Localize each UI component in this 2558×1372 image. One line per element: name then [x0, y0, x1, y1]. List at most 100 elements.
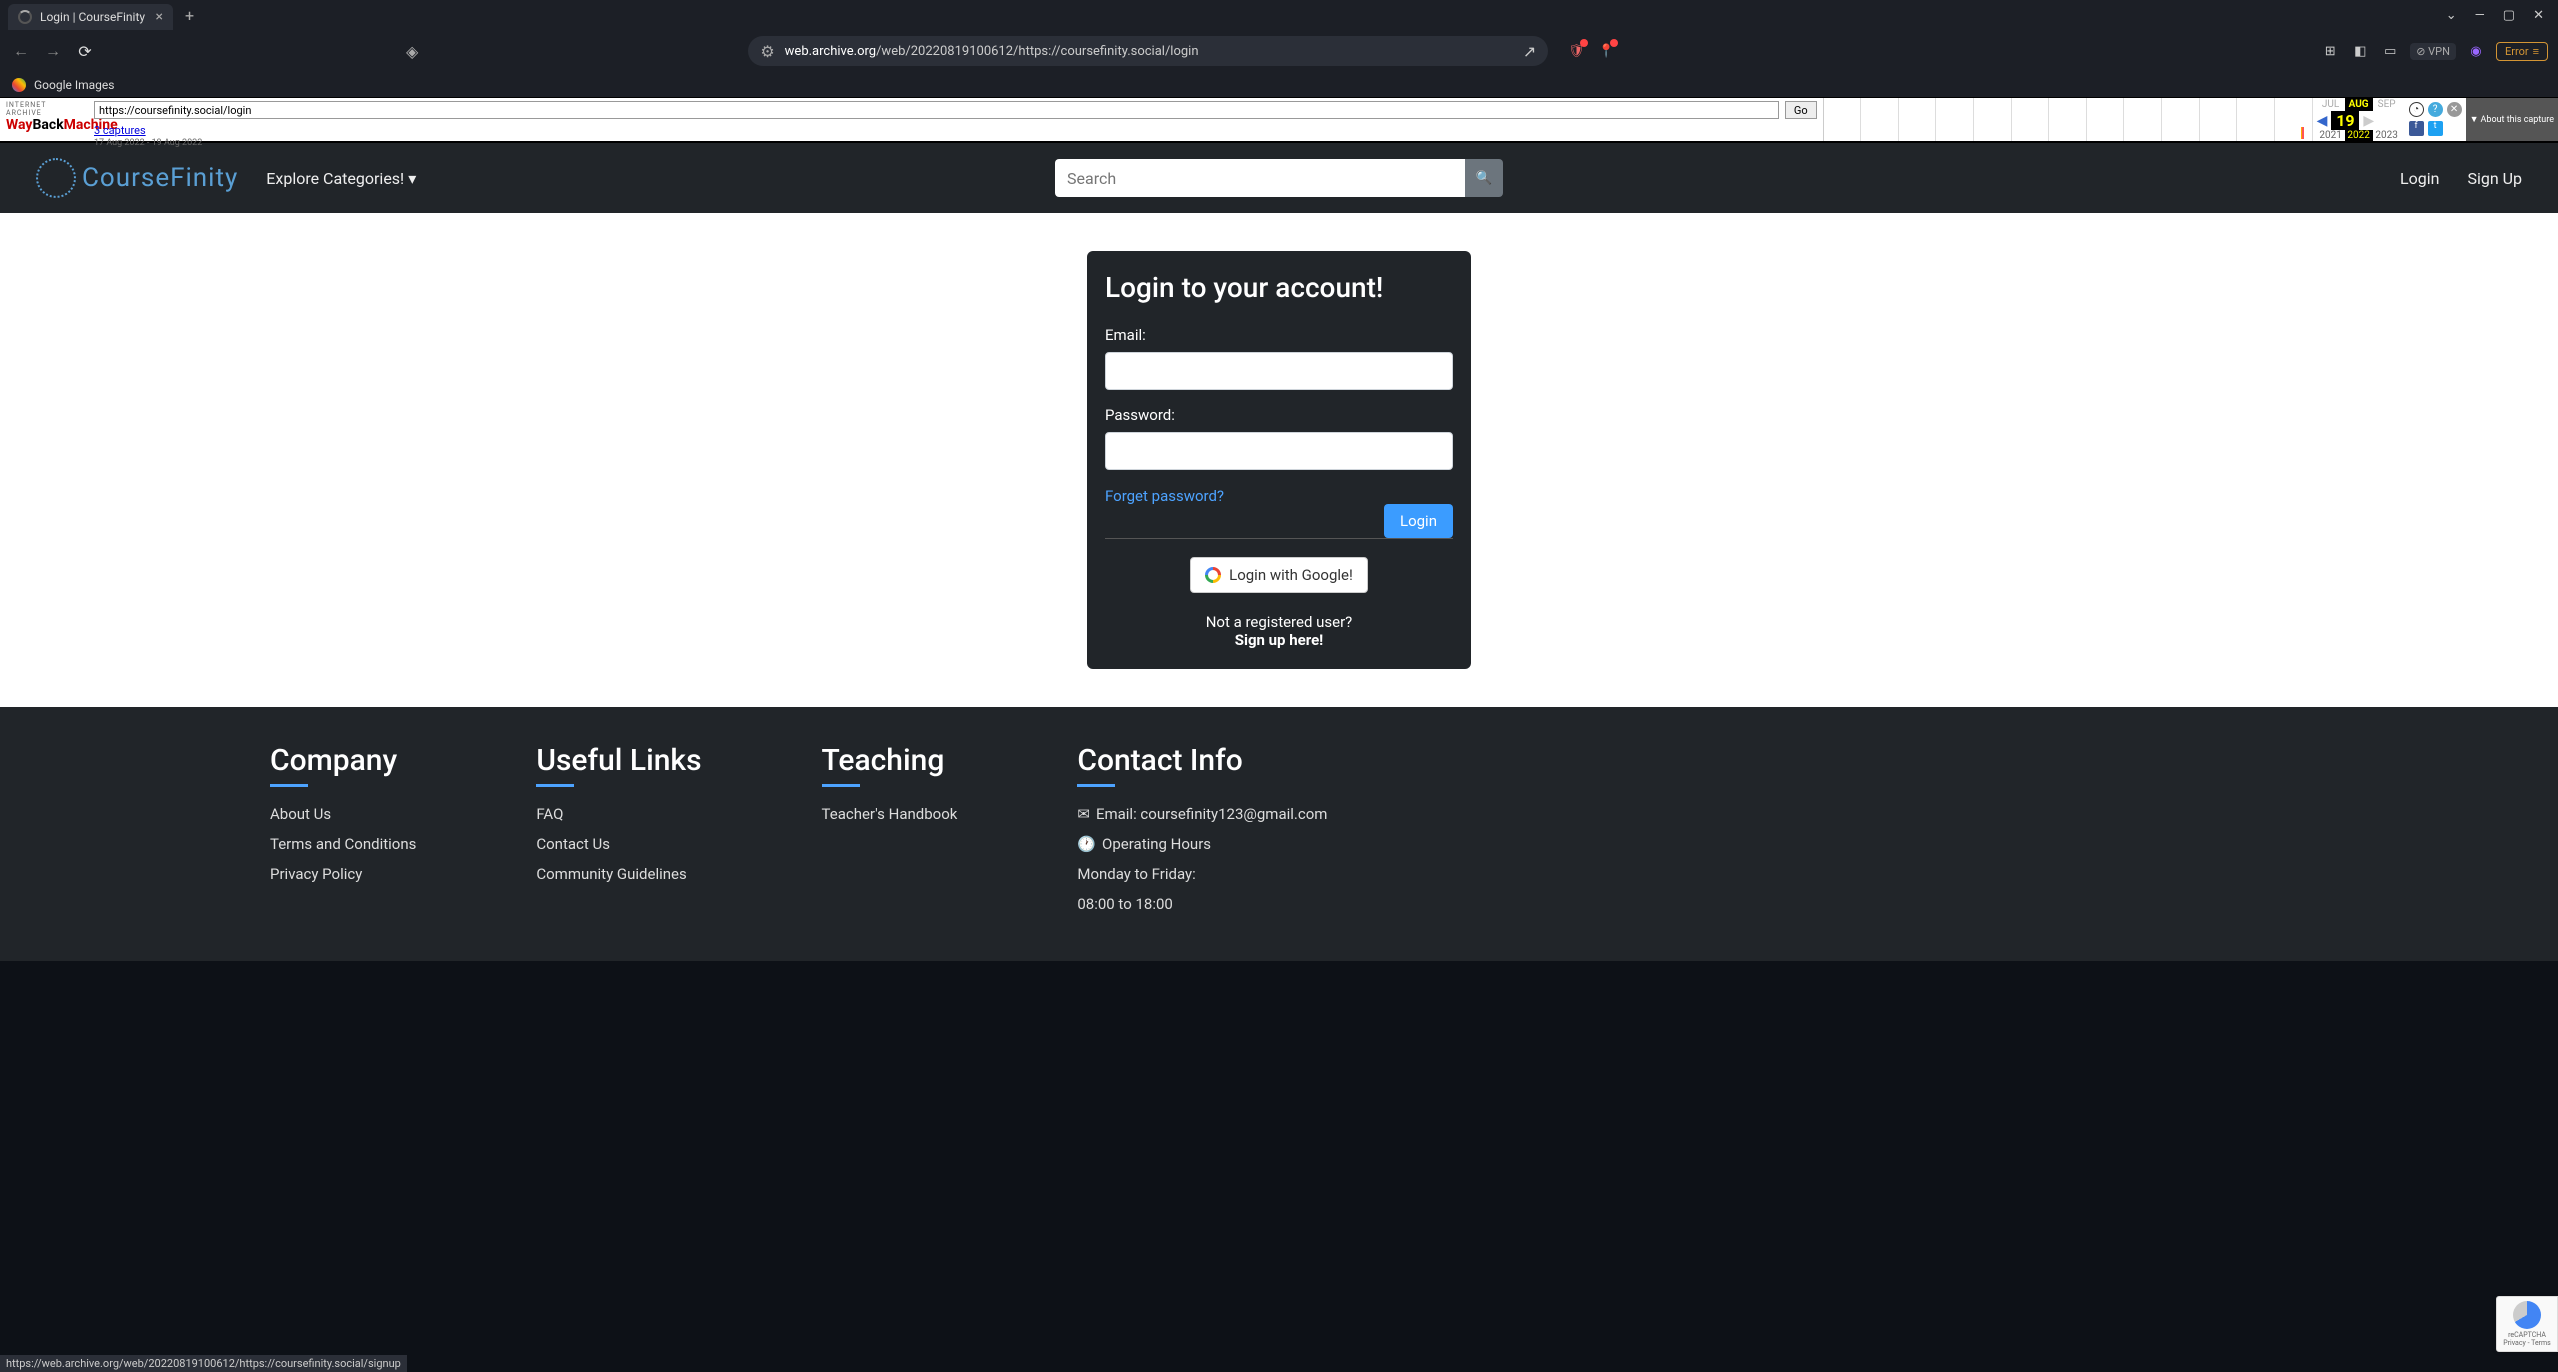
open-external-icon[interactable]: ↗ [1523, 42, 1536, 61]
reload-button[interactable]: ⟳ [74, 42, 96, 61]
footer-contact: Contact Info ✉ Email: coursefinity123@gm… [1077, 743, 1327, 925]
window-controls: ⌄ ― ▢ ✕ [2446, 8, 2558, 23]
footer-link[interactable]: Teacher's Handbook [822, 805, 958, 823]
email-label: Email: [1105, 326, 1453, 344]
profile-icon[interactable]: ◉ [2466, 41, 2486, 61]
explore-dropdown[interactable]: Explore Categories! ▾ [266, 169, 416, 188]
vpn-badge[interactable]: ⊘ VPN [2410, 43, 2456, 60]
recaptcha-badge[interactable]: reCAPTCHA Privacy - Terms [2496, 1296, 2558, 1352]
close-wayback-icon[interactable]: ✕ [2447, 102, 2462, 117]
extensions-icon[interactable]: ⊞ [2320, 41, 2340, 61]
footer-heading: Contact Info [1077, 743, 1327, 778]
footer-link[interactable]: FAQ [536, 805, 701, 823]
graph-icon[interactable]: ◔ [2409, 102, 2424, 117]
wayback-icons: ◔ ? ✕ f t [2405, 98, 2466, 141]
loading-spinner-icon [18, 10, 32, 24]
chevron-down-icon: ▾ [408, 169, 416, 188]
footer-useful: Useful Links FAQ Contact Us Community Gu… [536, 743, 701, 925]
tracker-icon[interactable]: 📍 [1596, 41, 1616, 61]
sidebar-icon[interactable]: ◧ [2350, 41, 2370, 61]
chevron-down-icon[interactable]: ⌄ [2446, 8, 2457, 23]
footer-link[interactable]: About Us [270, 805, 416, 823]
footer-link[interactable]: Community Guidelines [536, 865, 701, 883]
url-text: web.archive.org/web/20220819100612/https… [785, 44, 1513, 59]
search-icon: 🔍 [1476, 171, 1493, 186]
recaptcha-icon [2513, 1301, 2541, 1329]
bookmarks-bar: Google Images [0, 72, 2558, 98]
wayback-timeline[interactable] [1823, 98, 2313, 141]
browser-tab[interactable]: Login | CourseFinity × [8, 4, 173, 30]
site-settings-icon[interactable]: ⚙ [760, 42, 774, 61]
prev-capture-icon[interactable]: ◀ [2317, 113, 2328, 129]
wayback-toolbar: INTERNET ARCHIVE WayBackMachine Go 3 cap… [0, 98, 2558, 143]
browser-toolbar: ← → ⟳ ◈ ⚙ web.archive.org/web/2022081910… [0, 30, 2558, 72]
login-title: Login to your account! [1105, 271, 1453, 304]
nav-login-link[interactable]: Login [2400, 169, 2439, 188]
bookmark-item[interactable]: Google Images [34, 78, 114, 92]
next-month[interactable]: SEP [2373, 99, 2401, 110]
password-field[interactable] [1105, 432, 1453, 470]
prev-year[interactable]: 2021 [2317, 130, 2345, 141]
main-content: Login to your account! Email: Password: … [0, 213, 2558, 707]
shield-icon[interactable]: 🛡 [1566, 41, 1586, 61]
capture-day: 19 [2331, 111, 2359, 130]
footer-company: Company About Us Terms and Conditions Pr… [270, 743, 416, 925]
new-tab-button[interactable]: + [185, 6, 194, 25]
footer-link[interactable]: Contact Us [536, 835, 701, 853]
footer-heading: Useful Links [536, 743, 701, 778]
google-login-button[interactable]: Login with Google! [1190, 557, 1368, 593]
clock-icon: 🕐 [1077, 835, 1096, 853]
browser-tab-bar: Login | CourseFinity × + ⌄ ― ▢ ✕ [0, 0, 2558, 30]
site-footer: Company About Us Terms and Conditions Pr… [0, 707, 2558, 961]
captures-link[interactable]: 3 captures [94, 124, 146, 137]
divider [1105, 538, 1453, 539]
nav-signup-link[interactable]: Sign Up [2467, 169, 2522, 188]
help-icon[interactable]: ? [2428, 102, 2443, 117]
google-icon [1205, 567, 1221, 583]
error-badge[interactable]: Error ≡ [2496, 42, 2548, 61]
password-label: Password: [1105, 406, 1453, 424]
address-bar[interactable]: ⚙ web.archive.org/web/20220819100612/htt… [748, 36, 1548, 66]
wayback-url-input[interactable] [94, 101, 1779, 119]
facebook-icon[interactable]: f [2409, 121, 2424, 136]
login-button[interactable]: Login [1384, 504, 1453, 538]
close-window-icon[interactable]: ✕ [2533, 8, 2544, 23]
wallet-icon[interactable]: ▭ [2380, 41, 2400, 61]
bookmark-icon[interactable]: ◈ [406, 42, 418, 61]
minimize-icon[interactable]: ― [2475, 8, 2485, 23]
site-logo[interactable]: CourseFinity [36, 158, 238, 198]
footer-teaching: Teaching Teacher's Handbook [822, 743, 958, 925]
twitter-icon[interactable]: t [2428, 121, 2443, 136]
tab-title: Login | CourseFinity [40, 10, 145, 24]
curr-month: AUG [2345, 98, 2373, 111]
status-bar: https://web.archive.org/web/202208191006… [0, 1355, 407, 1372]
google-favicon-icon [12, 78, 26, 92]
curr-year: 2022 [2345, 130, 2373, 141]
email-field[interactable] [1105, 352, 1453, 390]
close-tab-icon[interactable]: × [156, 9, 163, 25]
footer-link[interactable]: Privacy Policy [270, 865, 416, 883]
maximize-icon[interactable]: ▢ [2503, 8, 2515, 23]
logo-text: CourseFinity [82, 163, 238, 193]
forget-password-link[interactable]: Forget password? [1105, 487, 1224, 505]
search-button[interactable]: 🔍 [1465, 159, 1503, 197]
search-input[interactable] [1055, 159, 1465, 197]
forward-button[interactable]: → [42, 41, 64, 61]
wayback-logo[interactable]: INTERNET ARCHIVE WayBackMachine [0, 98, 88, 141]
logo-icon [36, 158, 76, 198]
login-card: Login to your account! Email: Password: … [1087, 251, 1471, 669]
site-navbar: CourseFinity Explore Categories! ▾ 🔍 Log… [0, 143, 2558, 213]
about-capture[interactable]: ▼ About this capture [2466, 98, 2558, 141]
wayback-calendar: JUL AUG SEP ◀ 19 ▶ 2021 2022 2023 [2313, 98, 2405, 141]
wayback-go-button[interactable]: Go [1785, 101, 1817, 119]
back-button[interactable]: ← [10, 41, 32, 61]
capture-range: 17 Aug 2022 - 19 Aug 2022 [94, 138, 1817, 148]
footer-heading: Teaching [822, 743, 958, 778]
signup-prompt: Not a registered user? Sign up here! [1105, 613, 1453, 649]
footer-heading: Company [270, 743, 416, 778]
footer-link[interactable]: Terms and Conditions [270, 835, 416, 853]
next-year[interactable]: 2023 [2373, 130, 2401, 141]
signup-here-link[interactable]: Sign up here! [1235, 631, 1324, 649]
prev-month[interactable]: JUL [2317, 99, 2345, 110]
next-capture-icon: ▶ [2363, 113, 2374, 129]
